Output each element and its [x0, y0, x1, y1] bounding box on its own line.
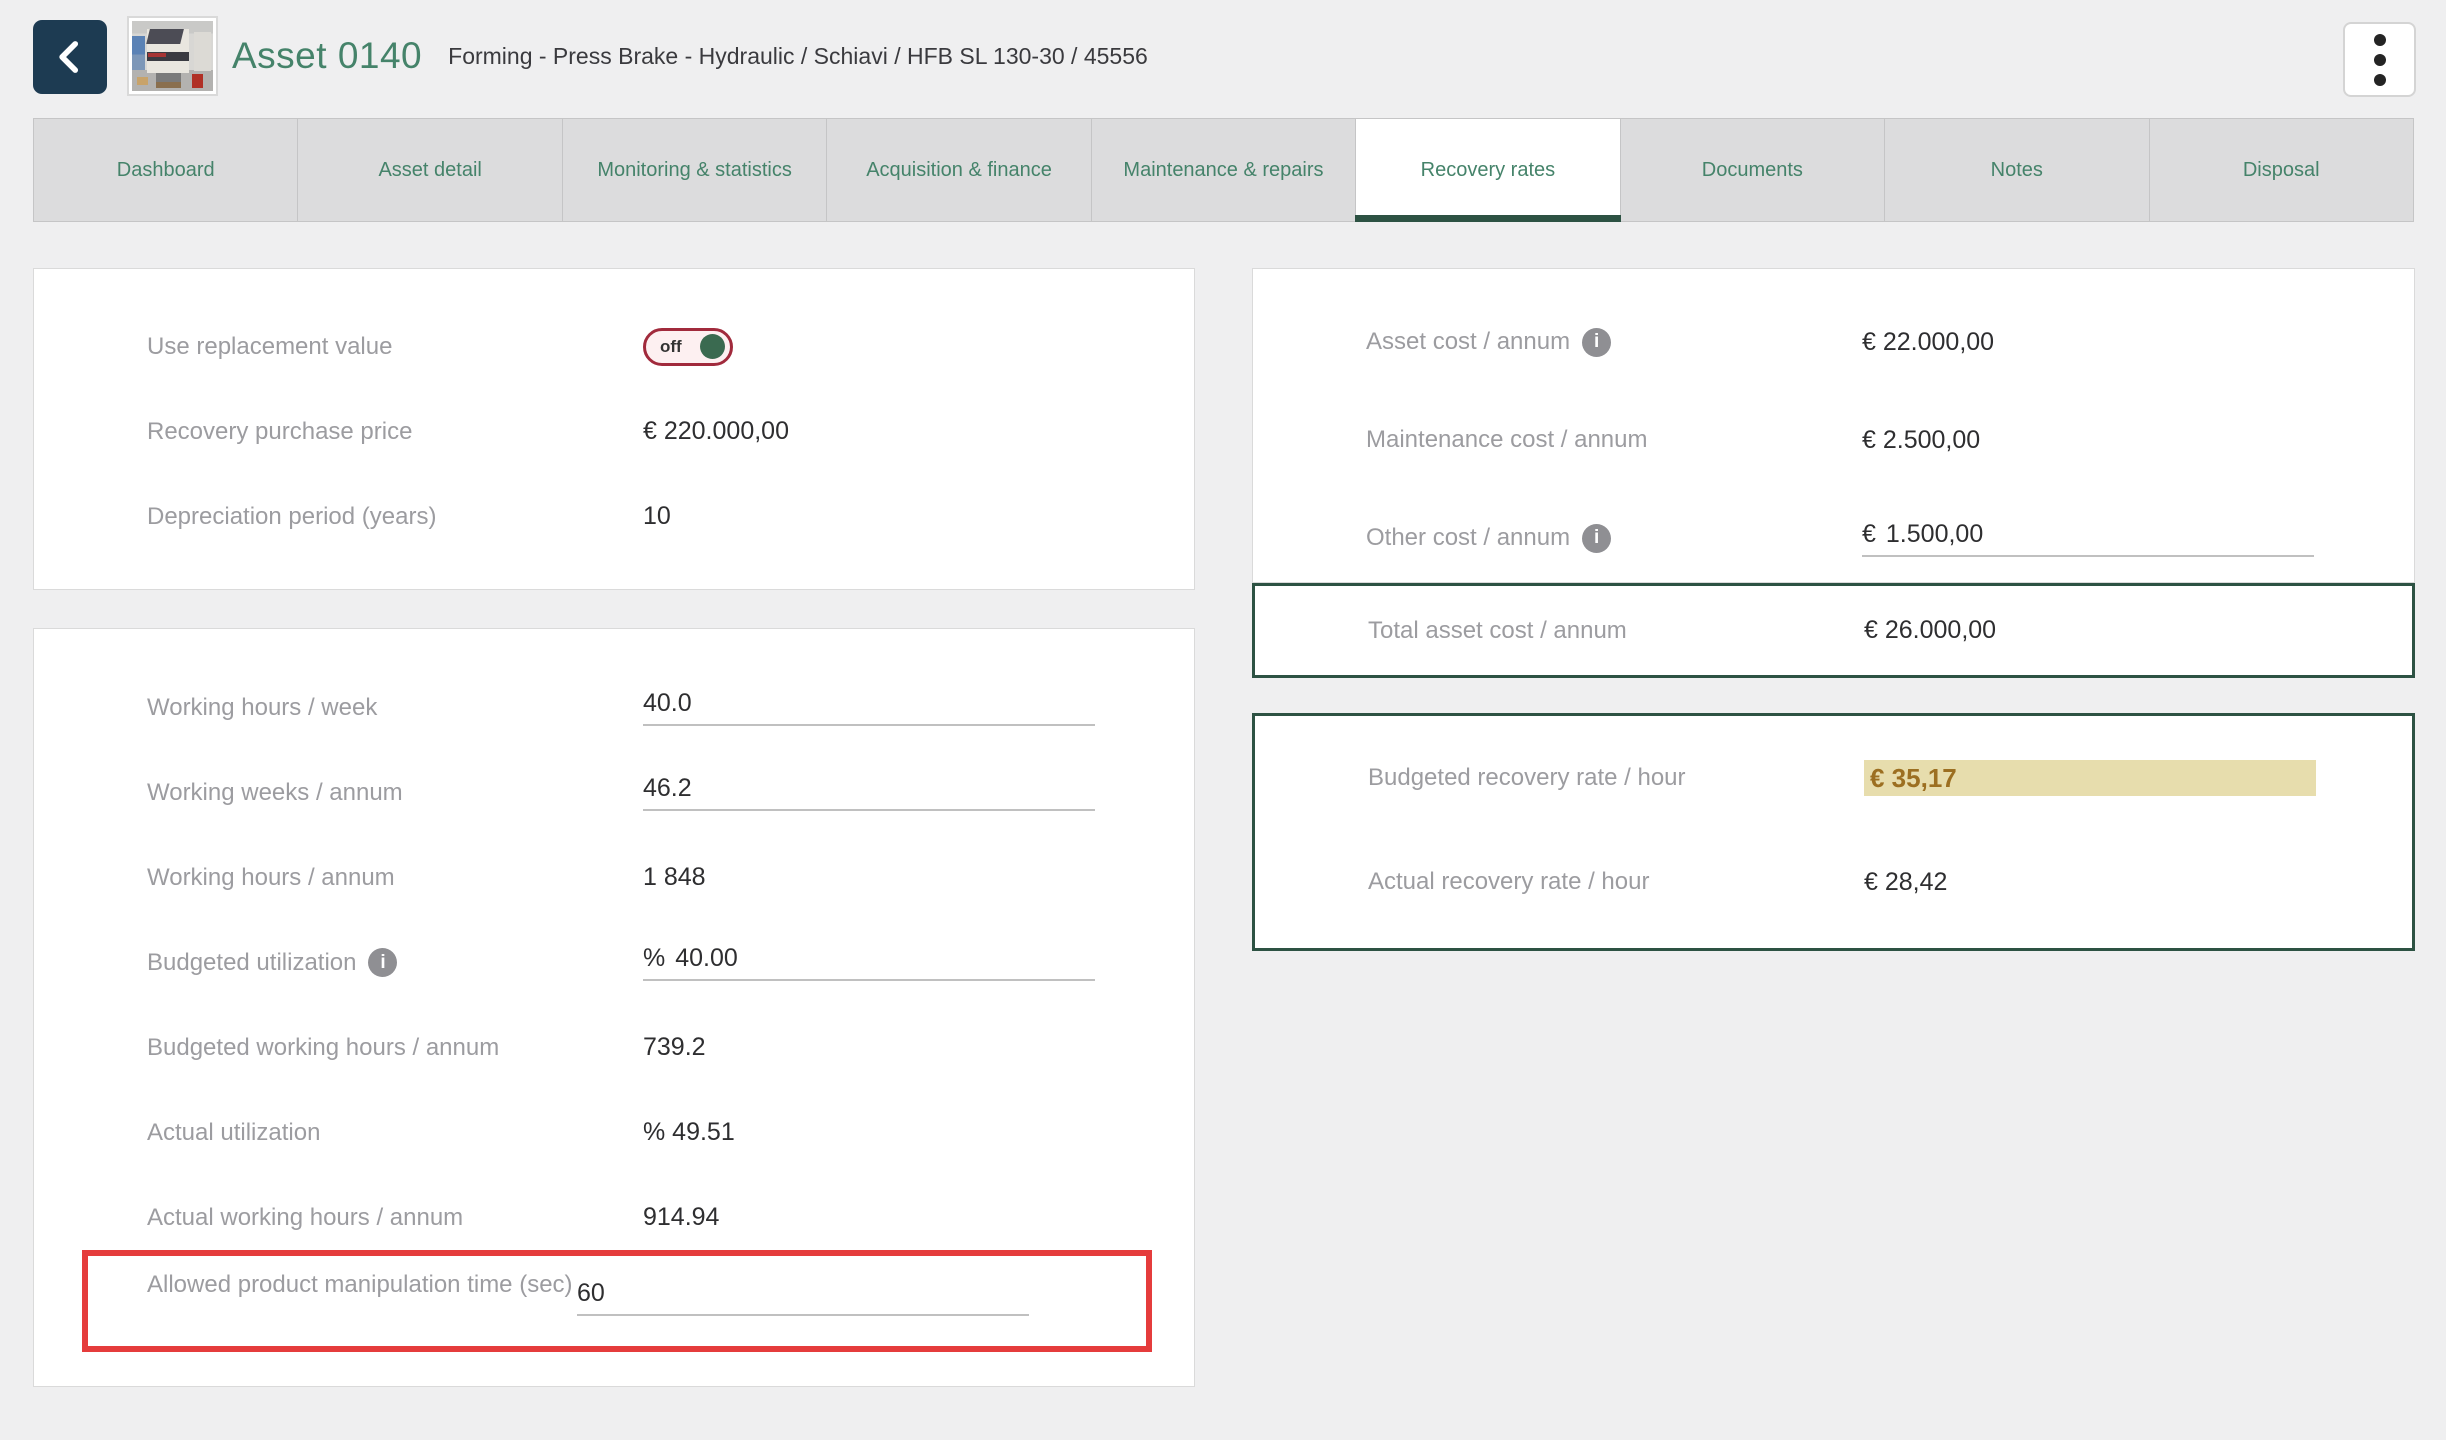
- tab-notes[interactable]: Notes: [1885, 119, 2149, 221]
- back-button[interactable]: [33, 20, 107, 94]
- recovery-rates-page: { "header": { "title": "Asset 0140", "su…: [0, 0, 2446, 1440]
- actual-recovery-rate-label: Actual recovery rate / hour: [1368, 863, 1864, 901]
- percent-prefix: %: [643, 944, 665, 973]
- kebab-vertical-icon: [2374, 34, 2386, 86]
- working-hours-week-label: Working hours / week: [147, 689, 643, 727]
- recovery-rates-box: Budgeted recovery rate / hour € 35,17 Ac…: [1252, 713, 2415, 951]
- asset-photo: [132, 21, 213, 91]
- asset-thumbnail[interactable]: [127, 16, 218, 96]
- working-hours-card: Working hours / week Working weeks / ann…: [33, 628, 1195, 1387]
- photo-red-cart: [192, 74, 203, 88]
- budgeted-recovery-rate-label: Budgeted recovery rate / hour: [1368, 759, 1864, 797]
- tab-disposal[interactable]: Disposal: [2150, 119, 2413, 221]
- more-options-button[interactable]: [2343, 22, 2416, 97]
- tab-documents[interactable]: Documents: [1621, 119, 1885, 221]
- recovery-purchase-price-value: € 220.000,00: [643, 417, 789, 446]
- budgeted-recovery-rate-row: Budgeted recovery rate / hour € 35,17: [1255, 726, 2412, 830]
- actual-utilization-label: Actual utilization: [147, 1114, 643, 1152]
- working-hours-annum-label: Working hours / annum: [147, 859, 643, 897]
- photo-red-beam: [148, 53, 166, 57]
- page-subtitle: Forming - Press Brake - Hydraulic / Schi…: [448, 43, 1148, 70]
- recovery-purchase-price-label: Recovery purchase price: [147, 413, 643, 451]
- budgeted-working-hours-row: Budgeted working hours / annum 739.2: [34, 1005, 1194, 1090]
- euro-prefix: €: [1862, 520, 1876, 549]
- depreciation-period-value: 10: [643, 502, 671, 531]
- toggle-knob: [700, 334, 725, 359]
- working-hours-week-field: [643, 689, 1095, 726]
- depreciation-period-row: Depreciation period (years) 10: [34, 474, 1194, 559]
- other-cost-label-text: Other cost / annum: [1366, 519, 1570, 557]
- chevron-left-icon: [49, 36, 91, 78]
- info-icon[interactable]: i: [368, 948, 397, 977]
- manipulation-time-field: [577, 1279, 1029, 1316]
- actual-working-hours-label: Actual working hours / annum: [147, 1199, 643, 1237]
- use-replacement-value-toggle[interactable]: off: [643, 328, 733, 366]
- toggle-state-label: off: [660, 337, 682, 357]
- info-icon[interactable]: i: [1582, 524, 1611, 553]
- working-hours-annum-value: 1 848: [643, 863, 706, 892]
- budgeted-utilization-field: %: [643, 944, 1095, 981]
- manipulation-time-label: Allowed product manipulation time (sec): [147, 1266, 577, 1304]
- working-weeks-annum-row: Working weeks / annum: [34, 750, 1194, 835]
- tab-asset-detail[interactable]: Asset detail: [298, 119, 562, 221]
- asset-cost-label: Asset cost / annum i: [1366, 323, 1862, 361]
- budgeted-working-hours-value: 739.2: [643, 1033, 706, 1062]
- other-cost-field: €: [1862, 520, 2314, 557]
- asset-cost-value: € 22.000,00: [1862, 328, 1994, 357]
- depreciation-period-label: Depreciation period (years): [147, 498, 643, 536]
- working-weeks-annum-label: Working weeks / annum: [147, 774, 643, 812]
- actual-utilization-row: Actual utilization % 49.51: [34, 1090, 1194, 1175]
- use-replacement-value-row: Use replacement value off: [34, 304, 1194, 389]
- title-group: Asset 0140 Forming - Press Brake - Hydra…: [232, 0, 1148, 112]
- budgeted-working-hours-label: Budgeted working hours / annum: [147, 1029, 643, 1067]
- working-hours-week-input[interactable]: [643, 689, 1095, 718]
- photo-press-top: [146, 29, 184, 44]
- total-asset-cost-row: Total asset cost / annum € 26.000,00: [1255, 612, 2412, 650]
- page-title: Asset 0140: [232, 35, 422, 77]
- other-cost-row: Other cost / annum i €: [1253, 489, 2414, 587]
- replacement-value-card: Use replacement value off Recovery purch…: [33, 268, 1195, 590]
- photo-wood-pallet: [137, 77, 148, 85]
- budgeted-utilization-row: Budgeted utilization i %: [34, 920, 1194, 1005]
- total-asset-cost-label: Total asset cost / annum: [1368, 612, 1864, 650]
- actual-recovery-rate-value: € 28,42: [1864, 868, 1947, 897]
- use-replacement-value-label: Use replacement value: [147, 328, 643, 366]
- maintenance-cost-label: Maintenance cost / annum: [1366, 421, 1862, 459]
- maintenance-cost-row: Maintenance cost / annum € 2.500,00: [1253, 391, 2414, 489]
- asset-costs-card: Asset cost / annum i € 22.000,00 Mainten…: [1252, 268, 2415, 583]
- working-hours-annum-row: Working hours / annum 1 848: [34, 835, 1194, 920]
- maintenance-cost-value: € 2.500,00: [1862, 426, 1980, 455]
- budgeted-utilization-input[interactable]: [675, 944, 1095, 973]
- budgeted-utilization-label-text: Budgeted utilization: [147, 944, 356, 982]
- tab-recovery-rates[interactable]: Recovery rates: [1356, 119, 1620, 221]
- tab-maintenance-repairs[interactable]: Maintenance & repairs: [1092, 119, 1356, 221]
- manipulation-time-row: Allowed product manipulation time (sec): [34, 1260, 1194, 1386]
- asset-cost-label-text: Asset cost / annum: [1366, 323, 1570, 361]
- recovery-purchase-price-row: Recovery purchase price € 220.000,00: [34, 389, 1194, 474]
- working-weeks-annum-field: [643, 774, 1095, 811]
- other-cost-input[interactable]: [1886, 520, 2314, 549]
- asset-cost-row: Asset cost / annum i € 22.000,00: [1253, 293, 2414, 391]
- total-asset-cost-box: Total asset cost / annum € 26.000,00: [1252, 583, 2415, 678]
- actual-recovery-rate-row: Actual recovery rate / hour € 28,42: [1255, 830, 2412, 934]
- header: Asset 0140 Forming - Press Brake - Hydra…: [0, 0, 2446, 118]
- actual-working-hours-row: Actual working hours / annum 914.94: [34, 1175, 1194, 1260]
- actual-working-hours-value: 914.94: [643, 1203, 719, 1232]
- tab-monitoring-statistics[interactable]: Monitoring & statistics: [563, 119, 827, 221]
- working-hours-week-row: Working hours / week: [34, 665, 1194, 750]
- actual-utilization-value: % 49.51: [643, 1118, 735, 1147]
- total-asset-cost-value: € 26.000,00: [1864, 616, 1996, 645]
- working-weeks-annum-input[interactable]: [643, 774, 1095, 803]
- manipulation-time-input[interactable]: [577, 1279, 1029, 1308]
- photo-parts-stack: [156, 73, 180, 88]
- tab-bar: Dashboard Asset detail Monitoring & stat…: [33, 118, 2414, 222]
- photo-blue-machine: [132, 36, 145, 70]
- other-cost-label: Other cost / annum i: [1366, 519, 1862, 557]
- photo-right-column: [194, 32, 212, 71]
- tab-acquisition-finance[interactable]: Acquisition & finance: [827, 119, 1091, 221]
- info-icon[interactable]: i: [1582, 328, 1611, 357]
- budgeted-utilization-label: Budgeted utilization i: [147, 944, 643, 982]
- budgeted-recovery-rate-value-highlighted: € 35,17: [1864, 760, 2316, 796]
- tab-dashboard[interactable]: Dashboard: [34, 119, 298, 221]
